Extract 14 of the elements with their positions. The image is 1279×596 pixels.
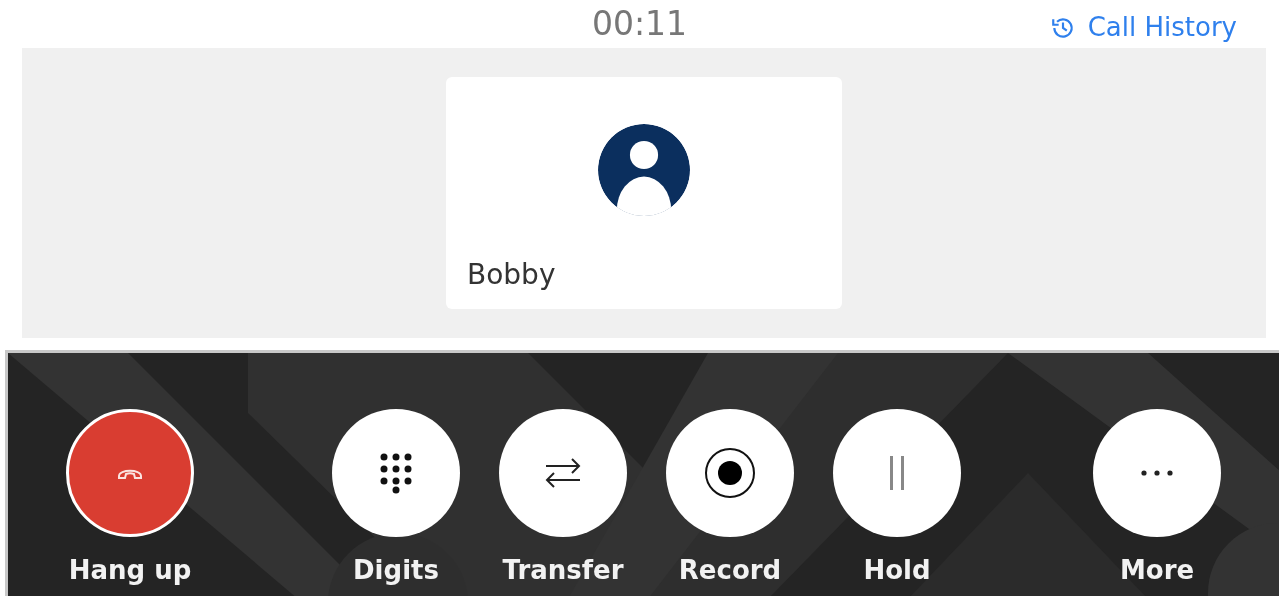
control-label: Record bbox=[678, 557, 782, 583]
call-history-link[interactable]: Call History bbox=[1049, 8, 1237, 47]
call-timer: 00:11 bbox=[591, 3, 688, 46]
control-label: Digits bbox=[353, 557, 439, 583]
control-label: Hang up bbox=[68, 557, 192, 583]
keypad-icon bbox=[379, 452, 413, 494]
control-label: Hold bbox=[863, 557, 931, 583]
record-icon bbox=[704, 447, 756, 499]
control-label: Transfer bbox=[502, 557, 624, 583]
participant-name: Bobby bbox=[466, 257, 556, 293]
swap-arrows-icon bbox=[544, 457, 582, 489]
pause-icon bbox=[887, 456, 907, 490]
control-label: More bbox=[1119, 557, 1195, 583]
more-icon bbox=[1141, 470, 1173, 476]
